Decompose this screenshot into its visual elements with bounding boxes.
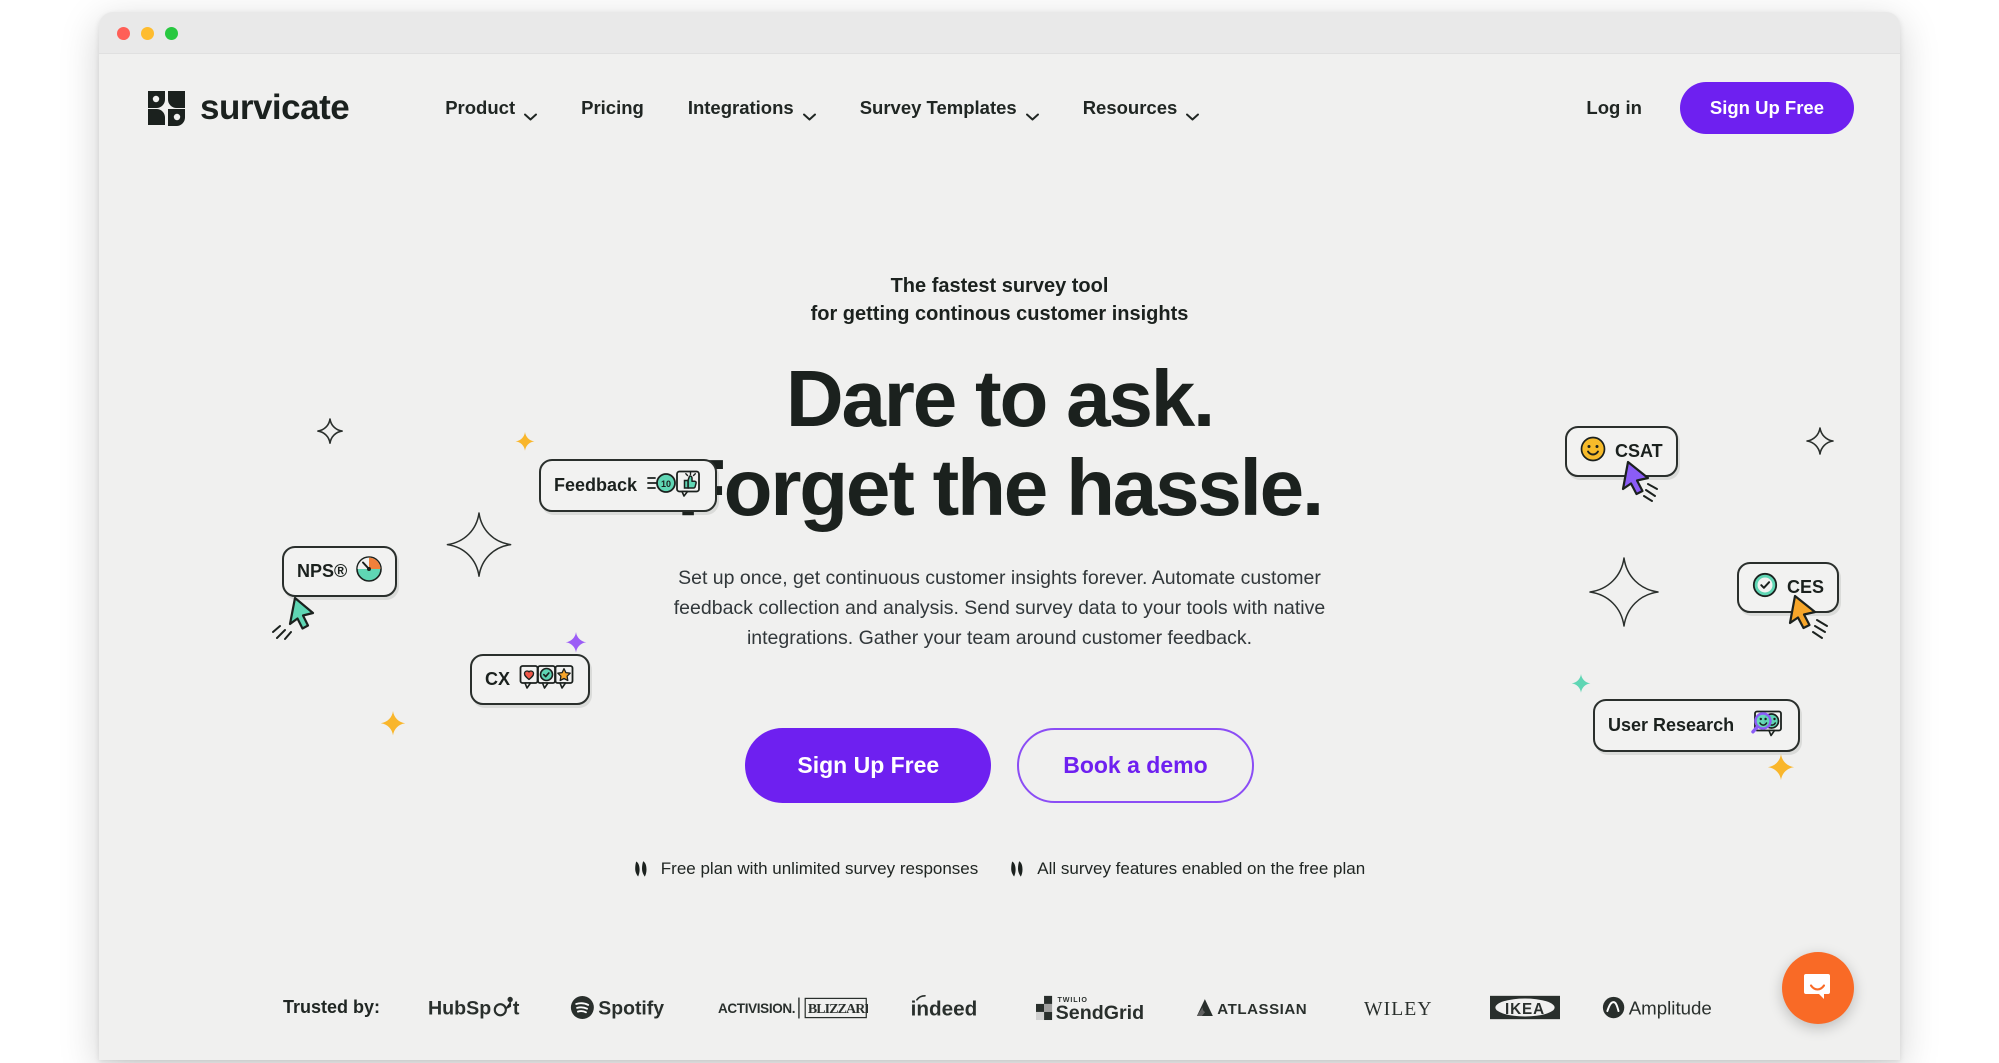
chip-label: CX (485, 669, 511, 689)
logo-sendgrid: TWILIO SendGrid (1036, 993, 1154, 1022)
chip-nps: NPS® (282, 546, 398, 597)
svg-text:IKEA: IKEA (1505, 1001, 1545, 1018)
logo-indeed: indeed (910, 994, 994, 1021)
logo-spotify: Spotify (570, 994, 676, 1021)
svg-text:10: 10 (661, 479, 671, 489)
chip-label: CSAT (1615, 441, 1663, 461)
header-actions: Log in Sign Up Free (1572, 82, 1854, 134)
chip-cx: CX (470, 654, 591, 705)
hero-eyebrow-line1: The fastest survey tool (890, 275, 1109, 297)
svg-text:HubSp: HubSp (428, 998, 491, 1020)
brand-logo[interactable]: survicate (147, 88, 350, 128)
chip-feedback: Feedback 10 (539, 459, 718, 512)
thumbs-up-bubble-icon: 10 (646, 469, 702, 502)
hero-description: Set up once, get continuous customer ins… (673, 567, 1326, 650)
chat-bubble-smile-icon (1801, 969, 1835, 1008)
perk-label: All survey features enabled on the free … (1037, 858, 1366, 878)
nav-item-integrations[interactable]: Integrations (666, 87, 838, 129)
chip-label: User Research (1608, 715, 1735, 735)
nav-item-label: Survey Templates (859, 97, 1017, 118)
brand-name: survicate (200, 88, 350, 127)
survicate-logo-icon (147, 90, 187, 126)
check-leaf-icon (1010, 860, 1026, 877)
book-a-demo-button[interactable]: Book a demo (1017, 727, 1254, 803)
page-content: survicate Product Pricing Integrations S… (99, 54, 1900, 1060)
svg-text:indeed: indeed (911, 998, 978, 1021)
svg-text:WILEY: WILEY (1364, 998, 1433, 1020)
nav-item-survey-templates[interactable]: Survey Templates (838, 87, 1061, 129)
svg-text:SendGrid: SendGrid (1056, 1002, 1144, 1022)
chip-ces: CES (1737, 562, 1840, 613)
smiley-emoji-icon (1580, 436, 1606, 467)
rating-bubbles-icon (519, 664, 575, 695)
gauge-emoji-icon (356, 556, 383, 587)
chip-label: CES (1787, 577, 1825, 597)
hero-eyebrow-line2: for getting continous customer insights (810, 303, 1189, 326)
chevron-down-icon (802, 104, 816, 121)
chevron-down-icon (1186, 104, 1200, 121)
trusted-by-row: Trusted by: HubSp t Spotify ACTIVISION. … (99, 993, 1900, 1022)
hero-section: The fastest survey tool for getting cont… (99, 162, 1900, 879)
perk-item: All survey features enabled on the free … (1010, 859, 1365, 879)
check-leaf-icon (634, 860, 650, 877)
chip-label: NPS® (297, 561, 348, 581)
svg-text:ATLASSIAN: ATLASSIAN (1217, 1001, 1307, 1018)
traffic-lights (117, 27, 178, 40)
login-link[interactable]: Log in (1572, 87, 1655, 129)
perk-item: Free plan with unlimited survey response… (634, 859, 978, 879)
nav-item-product[interactable]: Product (423, 87, 559, 129)
logo-atlassian: ATLASSIAN (1196, 996, 1322, 1020)
chevron-down-icon (524, 104, 538, 121)
hero-perks: Free plan with unlimited survey response… (99, 859, 1900, 879)
logo-hubspot: HubSp t (428, 994, 528, 1021)
hero-eyebrow: The fastest survey tool for getting cont… (99, 272, 1900, 329)
trusted-by-label: Trusted by: (282, 997, 380, 1017)
logo-amplitude: Amplitude (1602, 994, 1716, 1021)
check-circle-icon (1752, 572, 1778, 603)
chevron-down-icon (1025, 104, 1039, 121)
browser-window: survicate Product Pricing Integrations S… (99, 12, 1900, 1060)
chip-label: Feedback (554, 475, 638, 495)
nav-item-resources[interactable]: Resources (1061, 87, 1222, 129)
nav-item-label: Resources (1082, 97, 1178, 118)
signup-free-button-header[interactable]: Sign Up Free (1679, 82, 1854, 134)
close-window-icon[interactable] (117, 27, 130, 40)
logo-ikea: IKEA (1490, 994, 1560, 1021)
nav-item-label: Integrations (687, 97, 794, 118)
nav-item-pricing[interactable]: Pricing (559, 87, 666, 129)
minimize-window-icon[interactable] (141, 27, 154, 40)
primary-navigation: Product Pricing Integrations Survey Temp… (423, 87, 1221, 129)
svg-text:BLIZZARD: BLIZZARD (808, 1002, 868, 1017)
chip-csat: CSAT (1565, 426, 1678, 477)
nav-item-label: Product (445, 97, 516, 118)
svg-text:ACTIVISION.: ACTIVISION. (718, 1001, 795, 1016)
chip-user-research: User Research (1593, 699, 1801, 752)
window-titlebar (99, 12, 1900, 54)
logo-wiley: WILEY (1364, 996, 1448, 1020)
svg-text:t: t (513, 998, 520, 1020)
screenshot-root: survicate Product Pricing Integrations S… (0, 0, 1999, 1063)
magnifier-faces-icon (1743, 709, 1785, 742)
logo-activision-blizzard: ACTIVISION. BLIZZARD (718, 996, 868, 1020)
svg-text:Amplitude: Amplitude (1629, 998, 1712, 1019)
chat-launcher-button[interactable] (1782, 952, 1854, 1024)
svg-text:Spotify: Spotify (598, 998, 664, 1020)
signup-free-button-hero[interactable]: Sign Up Free (745, 727, 992, 803)
site-header: survicate Product Pricing Integrations S… (99, 54, 1900, 162)
maximize-window-icon[interactable] (165, 27, 178, 40)
perk-label: Free plan with unlimited survey response… (660, 858, 979, 878)
nav-item-label: Pricing (581, 97, 644, 118)
